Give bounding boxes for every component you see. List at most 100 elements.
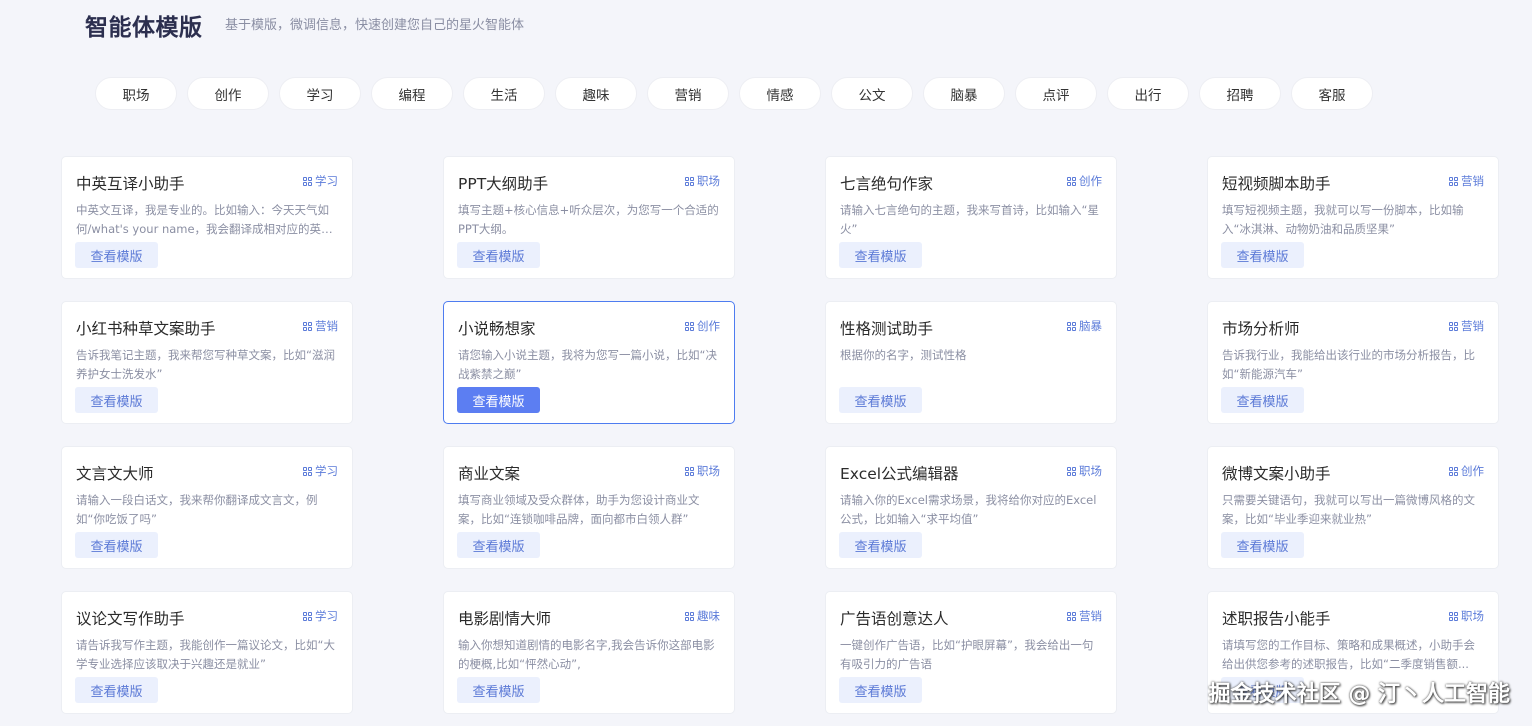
watermark: 掘金技术社区 @ 汀丶人工智能 (1208, 682, 1510, 707)
card-title: 小红书种草文案助手 (76, 320, 216, 338)
view-template-button[interactable]: 查看模版 (457, 242, 540, 268)
card-title: Excel公式编辑器 (840, 465, 959, 483)
grid-icon (685, 321, 694, 331)
template-card[interactable]: Excel公式编辑器 职场请输入你的Excel需求场景，我将给你对应的Excel公… (825, 446, 1117, 569)
card-category-tag: 职场 (685, 463, 720, 479)
view-template-button[interactable]: 查看模版 (457, 677, 540, 703)
card-description: 只需要关键语句，我就可以写出一篇微博风格的文案，比如“毕业季迎来就业热” (1222, 493, 1475, 526)
view-template-button[interactable]: 查看模版 (457, 387, 540, 413)
card-title: 广告语创意达人 (840, 610, 949, 628)
grid-icon (1449, 176, 1458, 186)
category-tab[interactable]: 营销 (647, 77, 729, 110)
template-card[interactable]: 市场分析师 营销告诉我行业，我能给出该行业的市场分析报告，比如“新能源汽车” 查看模… (1207, 301, 1499, 424)
card-tag-label: 职场 (697, 174, 720, 188)
view-template-button[interactable]: 查看模版 (75, 677, 158, 703)
grid-icon (303, 611, 312, 621)
card-description: 中英文互译，我是专业的。比如输入：今天天气如何/what's your name… (76, 203, 329, 236)
page-title: 智能体模版 (85, 15, 203, 41)
grid-icon (685, 176, 694, 186)
card-description: 请填写您的工作目标、策略和成果概述，小助手会给出供您参考的述职报告，比如“二季度… (1222, 638, 1475, 671)
card-category-tag: 营销 (303, 318, 338, 334)
card-description: 输入你想知道剧情的电影名字,我会告诉你这部电影的梗概,比如“怦然心动”, (458, 638, 715, 671)
card-tag-label: 创作 (1079, 174, 1102, 188)
card-category-tag: 创作 (685, 318, 720, 334)
template-card[interactable]: 中英互译小助手 学习中英文互译，我是专业的。比如输入：今天天气如何/what's … (61, 156, 353, 279)
view-template-button[interactable]: 查看模版 (1221, 387, 1304, 413)
template-card[interactable]: 商业文案 职场 填写商业领域及受众群体，助手为您设计商业文案，比如“连锁咖啡品牌，面… (443, 446, 735, 569)
category-tab[interactable]: 创作 (187, 77, 269, 110)
template-card[interactable]: 文言文大师 学习 请输入一段白话文，我来帮你翻译成文言文，例如“你吃饭了吗” 查看模版 (61, 446, 353, 569)
view-template-button[interactable]: 查看模版 (839, 242, 922, 268)
card-title: PPT大纲助手 (458, 175, 549, 193)
card-category-tag: 学习 (303, 608, 338, 624)
category-tab[interactable]: 情感 (739, 77, 821, 110)
grid-icon (685, 466, 694, 476)
view-template-button[interactable]: 查看模版 (75, 532, 158, 558)
card-tag-label: 职场 (1079, 464, 1102, 478)
template-card[interactable]: 广告语创意达人 营销一键创作广告语，比如“护眼屏幕”，我会给出一句有吸引力的广告语… (825, 591, 1117, 714)
card-tag-label: 营销 (315, 319, 338, 333)
view-template-button[interactable]: 查看模版 (1221, 242, 1304, 268)
card-tag-label: 营销 (1079, 609, 1102, 623)
grid-icon (1067, 611, 1076, 621)
template-card[interactable]: 短视频脚本助手 营销 填写短视频主题，我就可以写一份脚本，比如输入“冰淇淋、动物奶油… (1207, 156, 1499, 279)
card-title: 中英互译小助手 (76, 175, 185, 193)
card-title: 电影剧情大师 (458, 610, 552, 628)
card-tag-label: 学习 (315, 464, 338, 478)
view-template-button[interactable]: 查看模版 (839, 387, 922, 413)
template-card[interactable]: 性格测试助手 脑暴 根据你的名字，测试性格 查看模版 (825, 301, 1117, 424)
category-tab[interactable]: 点评 (1015, 77, 1097, 110)
category-tab[interactable]: 脑暴 (923, 77, 1005, 110)
card-tag-label: 营销 (1461, 319, 1484, 333)
card-category-tag: 营销 (1449, 318, 1484, 334)
card-description: 根据你的名字，测试性格 (840, 348, 967, 362)
grid-icon (1449, 466, 1458, 476)
card-title: 微博文案小助手 (1222, 465, 1331, 483)
category-tab[interactable]: 职场 (95, 77, 177, 110)
card-title: 短视频脚本助手 (1222, 175, 1331, 193)
card-description: 填写主题+核心信息+听众层次，为您写一个合适的PPT大纲。 (458, 203, 719, 236)
view-template-button[interactable]: 查看模版 (457, 532, 540, 558)
template-card[interactable]: 微博文案小助手 创作 只需要关键语句，我就可以写出一篇微博风格的文案，比如“毕业季迎… (1207, 446, 1499, 569)
view-template-button[interactable]: 查看模版 (1221, 532, 1304, 558)
page: 智能体模版 基于模版，微调信息，快速创建您自己的星火智能体 职场 创作 学习 编程 生活… (0, 0, 1532, 726)
card-title: 小说畅想家 (458, 320, 536, 338)
category-tab[interactable]: 客服 (1291, 77, 1373, 110)
grid-icon (303, 466, 312, 476)
template-card[interactable]: 电影剧情大师 趣味 输入你想知道剧情的电影名字,我会告诉你这部电影的梗概,比如“怦然… (443, 591, 735, 714)
view-template-button[interactable]: 查看模版 (75, 387, 158, 413)
card-tag-label: 学习 (315, 609, 338, 623)
card-category-tag: 学习 (303, 173, 338, 189)
template-card[interactable]: 议论文写作助手 学习 请告诉我写作主题，我能创作一篇议论文，比如“大学专业选择应该取… (61, 591, 353, 714)
card-category-tag: 学习 (303, 463, 338, 479)
card-title: 文言文大师 (76, 465, 154, 483)
template-card[interactable]: 七言绝句作家 创作 请输入七言绝句的主题，我来写首诗，比如输入“星火” 查看模版 (825, 156, 1117, 279)
page-subtitle: 基于模版，微调信息，快速创建您自己的星火智能体 (225, 18, 525, 33)
view-template-button[interactable]: 查看模版 (839, 677, 922, 703)
card-description: 请输入七言绝句的主题，我来写首诗，比如输入“星火” (840, 203, 1099, 236)
template-card[interactable]: PPT大纲助手 职场填写主题+核心信息+听众层次，为您写一个合适的PPT大纲。查看… (443, 156, 735, 279)
card-title: 述职报告小能手 (1222, 610, 1331, 628)
card-title: 市场分析师 (1222, 320, 1300, 338)
card-tag-label: 学习 (315, 174, 338, 188)
category-tab[interactable]: 公文 (831, 77, 913, 110)
template-card[interactable]: 小说畅想家 创作 请您输入小说主题，我将为您写一篇小说，比如“决战紫禁之巅” 查看模版 (443, 301, 735, 424)
category-tab[interactable]: 学习 (279, 77, 361, 110)
card-description: 填写商业领域及受众群体，助手为您设计商业文案，比如“连锁咖啡品牌，面向都市白领人… (458, 493, 700, 526)
category-tab[interactable]: 趣味 (555, 77, 637, 110)
view-template-button[interactable]: 查看模版 (75, 242, 158, 268)
category-tab[interactable]: 招聘 (1199, 77, 1281, 110)
category-tab[interactable]: 生活 (463, 77, 545, 110)
card-description: 告诉我行业，我能给出该行业的市场分析报告，比如“新能源汽车” (1222, 348, 1475, 381)
card-tag-label: 脑暴 (1079, 319, 1102, 333)
category-tab[interactable]: 出行 (1107, 77, 1189, 110)
grid-icon (303, 176, 312, 186)
view-template-button[interactable]: 查看模版 (839, 532, 922, 558)
card-description: 请输入你的Excel需求场景，我将给你对应的Excel公式，比如输入“求平均值” (840, 493, 1097, 526)
card-tag-label: 职场 (697, 464, 720, 478)
card-description: 一键创作广告语，比如“护眼屏幕”，我会给出一句有吸引力的广告语 (840, 638, 1094, 671)
grid-icon (1449, 611, 1458, 621)
category-tab[interactable]: 编程 (371, 77, 453, 110)
grid-icon (1449, 321, 1458, 331)
template-card[interactable]: 小红书种草文案助手 营销 告诉我笔记主题，我来帮您写种草文案，比如“滋润养护女士洗发… (61, 301, 353, 424)
